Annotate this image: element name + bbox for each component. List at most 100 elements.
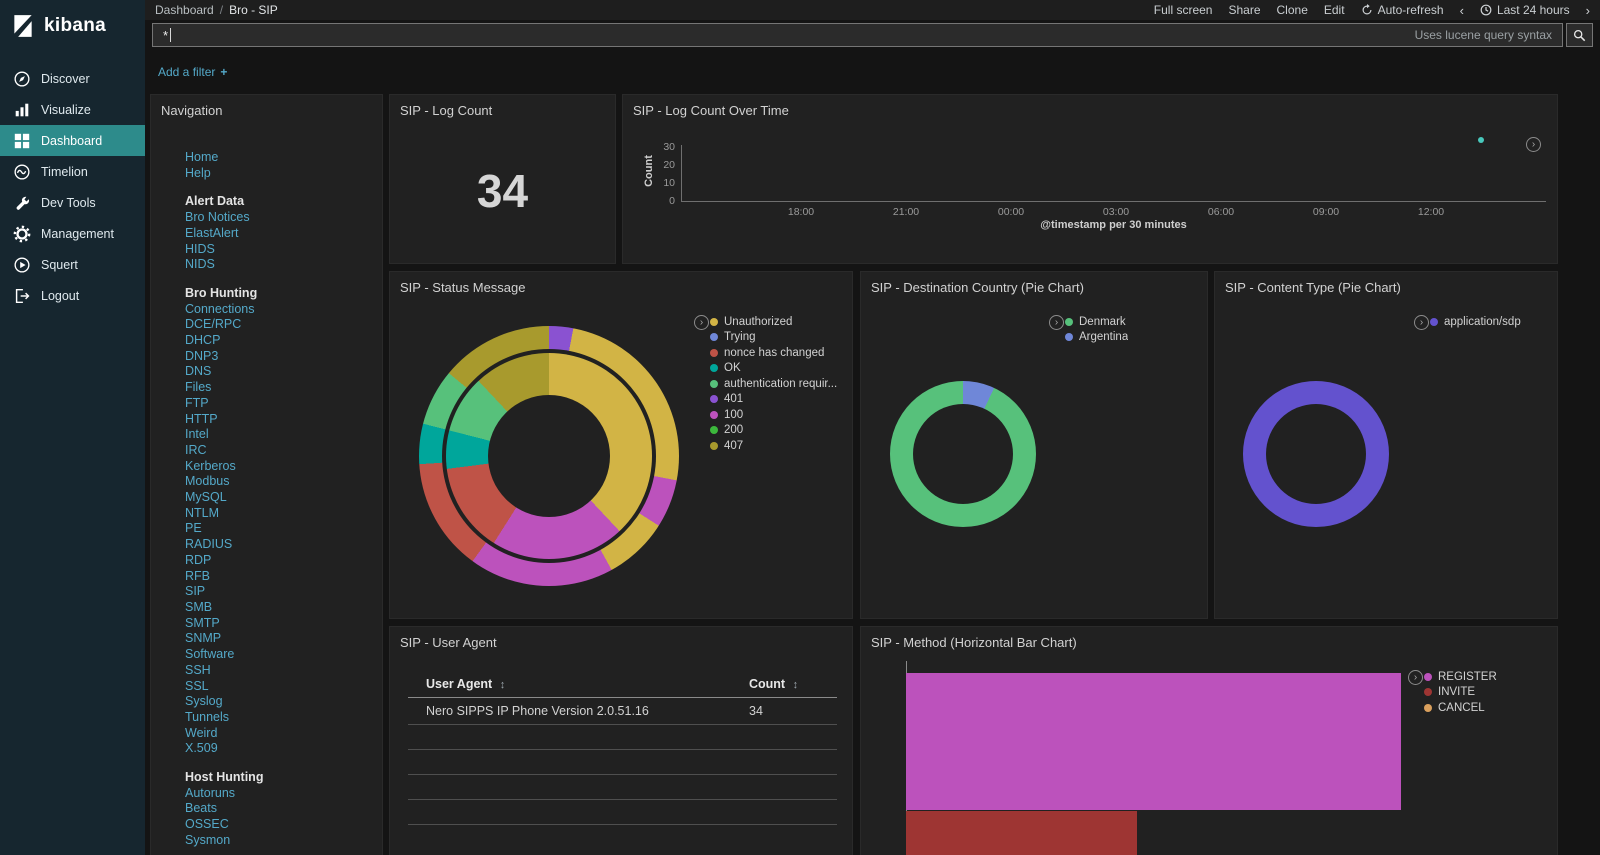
legend-toggle-icon[interactable]: ›	[1526, 137, 1541, 152]
nav-link-x-509[interactable]: X.509	[185, 741, 374, 757]
legend-item-nonce-has-changed[interactable]: nonce has changed	[710, 345, 850, 361]
nav-link-snmp[interactable]: SNMP	[185, 631, 374, 647]
sort-icon[interactable]: ↕	[793, 679, 799, 691]
nav-link-smb[interactable]: SMB	[185, 600, 374, 616]
nav-link-smtp[interactable]: SMTP	[185, 616, 374, 632]
nav-link-sysmon[interactable]: Sysmon	[185, 833, 374, 849]
nav-link-dhcp[interactable]: DHCP	[185, 333, 374, 349]
nav-link-dce-rpc[interactable]: DCE/RPC	[185, 317, 374, 333]
legend-item-denmark[interactable]: Denmark	[1065, 314, 1205, 330]
nav-link-ssh[interactable]: SSH	[185, 663, 374, 679]
legend-dot	[710, 410, 718, 419]
sidebar-item-management[interactable]: Management	[0, 218, 145, 249]
nav-link-autoruns[interactable]: Autoruns	[185, 786, 374, 802]
sidebar-item-dashboard[interactable]: Dashboard	[0, 125, 145, 156]
column-header-user-agent[interactable]: User Agent ↕	[408, 671, 749, 698]
nav-link-intel[interactable]: Intel	[185, 427, 374, 443]
data-point[interactable]	[1478, 136, 1485, 143]
legend-item-trying[interactable]: Trying	[710, 330, 850, 346]
nav-link-ssl[interactable]: SSL	[185, 679, 374, 695]
nav-link-dns[interactable]: DNS	[185, 364, 374, 380]
add-filter-link[interactable]: Add a filter	[158, 65, 215, 79]
nav-link-radius[interactable]: RADIUS	[185, 537, 374, 553]
nav-link-ftp[interactable]: FTP	[185, 396, 374, 412]
y-tick: 20	[663, 159, 675, 171]
nav-link-help[interactable]: Help	[185, 166, 374, 182]
breadcrumb-separator: /	[219, 3, 224, 17]
nav-link-elastalert[interactable]: ElastAlert	[185, 226, 374, 242]
legend-dot	[710, 426, 718, 435]
search-button[interactable]	[1566, 23, 1593, 47]
nav-link-mysql[interactable]: MySQL	[185, 490, 374, 506]
search-query-text: *	[163, 27, 169, 43]
sidebar-item-logout[interactable]: Logout	[0, 280, 145, 311]
legend-toggle-icon[interactable]: ›	[1414, 315, 1429, 330]
sidebar-item-discover[interactable]: Discover	[0, 63, 145, 94]
empty-table-row	[408, 724, 837, 750]
legend-item-200[interactable]: 200	[710, 423, 850, 439]
search-input[interactable]: * Uses lucene query syntax	[152, 23, 1563, 47]
topbar-action-edit[interactable]: Edit	[1324, 3, 1345, 17]
time-forward-button[interactable]: ›	[1586, 3, 1590, 18]
breadcrumb-dashboard[interactable]: Dashboard	[155, 3, 214, 17]
nav-link-rfb[interactable]: RFB	[185, 569, 374, 585]
time-back-button[interactable]: ‹	[1460, 3, 1464, 18]
nav-link-beats[interactable]: Beats	[185, 801, 374, 817]
bar-register[interactable]	[906, 673, 1401, 810]
nav-link-connections[interactable]: Connections	[185, 302, 374, 318]
legend-item-application-sdp[interactable]: application/sdp	[1430, 314, 1557, 330]
legend-item-407[interactable]: 407	[710, 438, 850, 454]
nav-link-software[interactable]: Software	[185, 647, 374, 663]
legend-item-authentication-requir[interactable]: authentication requir...	[710, 376, 850, 392]
bar-invite[interactable]	[906, 811, 1137, 855]
nav-link-syslog[interactable]: Syslog	[185, 694, 374, 710]
auto-refresh-button[interactable]: Auto-refresh	[1361, 3, 1444, 17]
dashboard-icon	[13, 132, 31, 150]
legend-item-register[interactable]: REGISTER	[1424, 669, 1557, 685]
sidebar-item-squert[interactable]: Squert	[0, 249, 145, 280]
legend-item-401[interactable]: 401	[710, 392, 850, 408]
column-header-count[interactable]: Count ↕	[749, 671, 837, 698]
legend-item-unauthorized[interactable]: Unauthorized	[710, 314, 850, 330]
nav-link-files[interactable]: Files	[185, 380, 374, 396]
panel-sip-status-message: SIP - Status Message › Unauthorized Tryin…	[389, 271, 853, 619]
legend-item-argentina[interactable]: Argentina	[1065, 330, 1205, 346]
legend-toggle-icon[interactable]: ›	[694, 315, 709, 330]
nav-link-sip[interactable]: SIP	[185, 584, 374, 600]
sidebar-item-timelion[interactable]: Timelion	[0, 156, 145, 187]
nav-link-kerberos[interactable]: Kerberos	[185, 459, 374, 475]
nav-link-weird[interactable]: Weird	[185, 726, 374, 742]
nav-link-ossec[interactable]: OSSEC	[185, 817, 374, 833]
nav-link-pe[interactable]: PE	[185, 521, 374, 537]
y-tick: 0	[669, 195, 675, 207]
sort-icon[interactable]: ↕	[500, 679, 506, 691]
nav-link-hids[interactable]: HIDS	[185, 242, 374, 258]
legend-item-ok[interactable]: OK	[710, 361, 850, 377]
topbar-action-clone[interactable]: Clone	[1277, 3, 1308, 17]
dev-tools-icon	[13, 194, 31, 212]
nav-link-tunnels[interactable]: Tunnels	[185, 710, 374, 726]
legend-item-100[interactable]: 100	[710, 407, 850, 423]
nav-link-http[interactable]: HTTP	[185, 412, 374, 428]
nav-link-home[interactable]: Home	[185, 150, 374, 166]
nav-link-bro-notices[interactable]: Bro Notices	[185, 210, 374, 226]
legend-toggle-icon[interactable]: ›	[1049, 315, 1064, 330]
topbar-action-full-screen[interactable]: Full screen	[1154, 3, 1213, 17]
logout-icon	[13, 287, 31, 305]
legend-toggle-icon[interactable]: ›	[1408, 670, 1423, 685]
nav-link-ntlm[interactable]: NTLM	[185, 506, 374, 522]
time-range-button[interactable]: Last 24 hours	[1480, 3, 1570, 17]
sidebar-item-visualize[interactable]: Visualize	[0, 94, 145, 125]
content-type-donut-chart	[1243, 381, 1389, 527]
plus-icon[interactable]: +	[220, 65, 227, 79]
legend-item-cancel[interactable]: CANCEL	[1424, 700, 1557, 716]
nav-link-nids[interactable]: NIDS	[185, 257, 374, 273]
nav-link-rdp[interactable]: RDP	[185, 553, 374, 569]
sidebar-item-dev-tools[interactable]: Dev Tools	[0, 187, 145, 218]
kibana-logo[interactable]: kibana	[0, 0, 145, 49]
nav-link-dnp3[interactable]: DNP3	[185, 349, 374, 365]
topbar-action-share[interactable]: Share	[1228, 3, 1260, 17]
nav-link-irc[interactable]: IRC	[185, 443, 374, 459]
nav-link-modbus[interactable]: Modbus	[185, 474, 374, 490]
legend-item-invite[interactable]: INVITE	[1424, 685, 1557, 701]
